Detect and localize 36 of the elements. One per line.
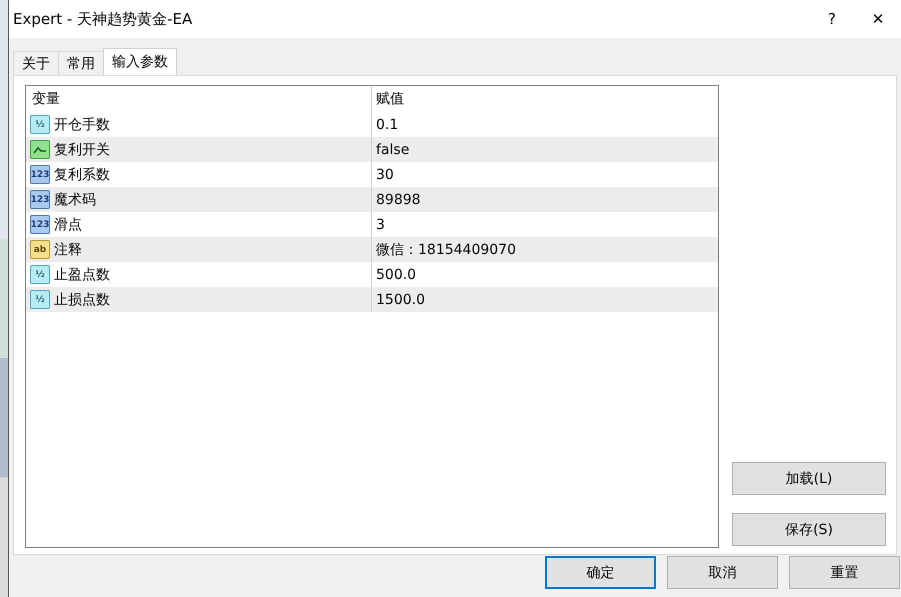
- type-icon: 123: [30, 215, 50, 234]
- column-header: 赋值: [371, 86, 718, 112]
- dialog-button[interactable]: 取消: [667, 556, 778, 589]
- parameter-value: 0.1: [376, 116, 398, 132]
- parameter-name: 滑点: [54, 216, 82, 234]
- parameter-value: 3: [376, 216, 385, 232]
- parameter-name: 止损点数: [54, 290, 110, 308]
- type-icon: 123: [30, 165, 50, 184]
- side-button[interactable]: 加载(L): [732, 462, 886, 495]
- type-icon: ½: [30, 115, 50, 134]
- parameter-value: false: [376, 142, 410, 158]
- window-title: Expert - 天神趋势黄金-EA: [13, 10, 194, 28]
- parameter-value: 89898: [376, 192, 421, 208]
- type-icon: ½: [30, 265, 50, 284]
- parameter-value: 500.0: [376, 266, 416, 282]
- parameter-name: 魔术码: [54, 190, 96, 208]
- help-button[interactable]: ?: [809, 0, 855, 38]
- parameter-name: 止盈点数: [54, 266, 110, 284]
- type-icon: ab: [30, 240, 50, 259]
- parameter-name: 复利开关: [54, 140, 110, 158]
- parameter-value: 微信：18154409070: [376, 240, 516, 258]
- tab[interactable]: 输入参数: [103, 48, 177, 75]
- type-icon: ½: [30, 290, 50, 309]
- parameter-value: 1500.0: [376, 292, 425, 308]
- parameter-name: 复利系数: [54, 166, 110, 184]
- parameter-value: 30: [376, 166, 394, 182]
- close-button[interactable]: ✕: [855, 0, 901, 38]
- toggle-type-icon: [30, 140, 50, 159]
- tab[interactable]: 关于: [13, 51, 59, 75]
- dialog-button[interactable]: 重置: [789, 556, 900, 589]
- dialog-button[interactable]: 确定: [545, 556, 656, 589]
- parameter-name: 注释: [54, 240, 82, 258]
- type-icon: 123: [30, 190, 50, 209]
- parameter-name: 开仓手数: [54, 116, 110, 134]
- column-header: 变量: [31, 90, 61, 108]
- side-button[interactable]: 保存(S): [732, 513, 886, 546]
